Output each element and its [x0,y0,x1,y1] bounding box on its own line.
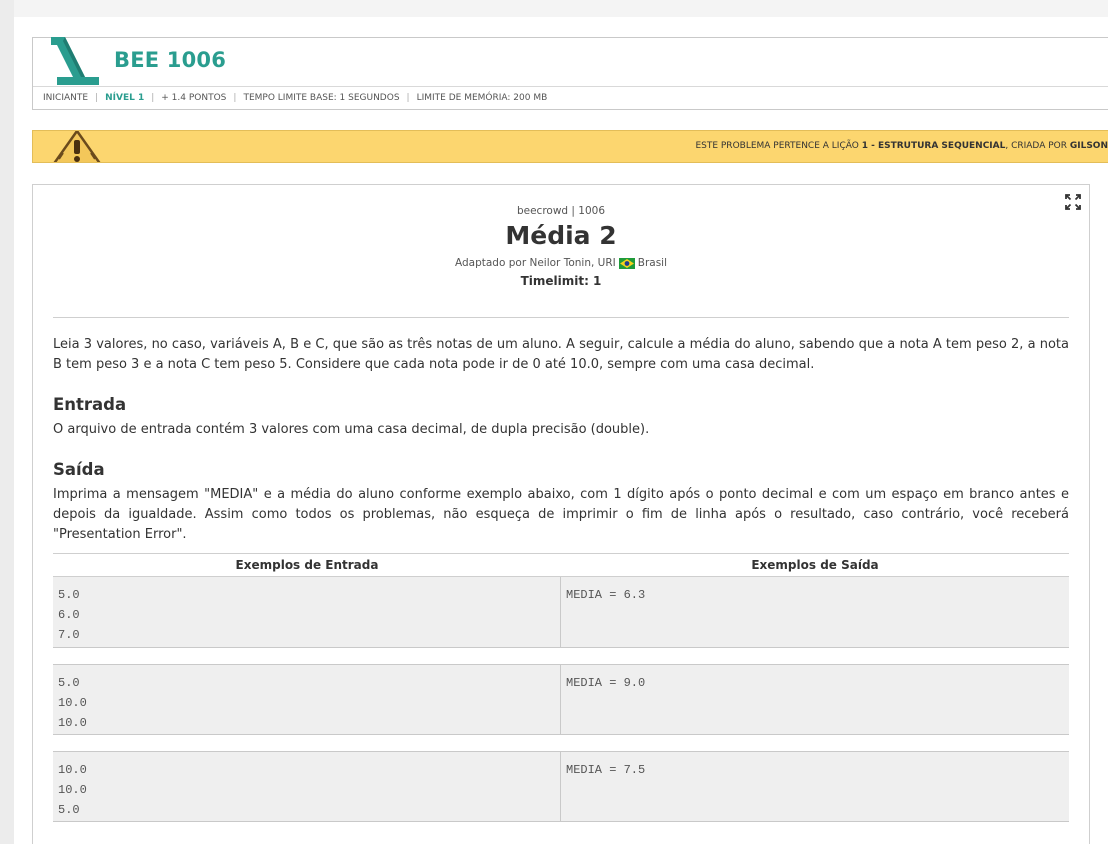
examples-output-header: Exemplos de Saída [751,558,879,572]
page: BEE 1006 INICIANTE | NÍVEL 1 | + 1.4 PON… [14,17,1108,844]
problem-country: Brasil [637,257,667,269]
warning-icon [53,131,101,162]
example-output: MEDIA = 6.3 [566,588,646,602]
problem-description: Leia 3 valores, no caso, variáveis A, B … [53,337,1069,372]
problem-heading-block: beecrowd | 1006 Média 2 Adaptado por Nei… [33,205,1089,288]
problem-meta-row: INICIANTE | NÍVEL 1 | + 1.4 PONTOS | TEM… [43,91,547,105]
banner-lesson-link[interactable]: 1 - ESTRUTURA SEQUENCIAL [862,141,1006,151]
input-heading: Entrada [53,395,127,414]
examples-table: Exemplos de Entrada Exemplos de Saída 5.… [53,553,1069,822]
meta-category[interactable]: INICIANTE [43,93,88,103]
meta-level: NÍVEL 1 [105,93,145,103]
number-one-logo-icon [51,37,99,85]
meta-separator: | [95,93,99,103]
banner-prefix: ESTE PROBLEMA PERTENCE A LIÇÃO [695,141,862,151]
problem-body: Leia 3 valores, no caso, variáveis A, B … [53,335,1069,545]
meta-time-limit: TEMPO LIMITE BASE: 1 SEGUNDOS [243,93,400,103]
problem-header: BEE 1006 INICIANTE | NÍVEL 1 | + 1.4 PON… [32,37,1108,110]
example-input: 10.0 10.0 5.0 [53,752,561,821]
example-spacer [53,648,1069,664]
output-description: Imprima a mensagem "MEDIA" e a média do … [53,487,1069,542]
examples-header-row: Exemplos de Entrada Exemplos de Saída [53,553,1069,577]
output-heading: Saída [53,460,105,479]
header-divider [33,86,1108,87]
problem-statement-card: beecrowd | 1006 Média 2 Adaptado por Nei… [32,184,1090,844]
example-output: MEDIA = 7.5 [566,763,646,777]
example-input: 5.0 10.0 10.0 [53,665,561,734]
lesson-banner: ESTE PROBLEMA PERTENCE A LIÇÃO 1 - ESTRU… [32,130,1108,163]
problem-adapted-by: Adaptado por Neilor Tonin, URI [454,257,616,269]
examples-input-header: Exemplos de Entrada [235,558,379,572]
lesson-banner-text: ESTE PROBLEMA PERTENCE A LIÇÃO 1 - ESTRU… [695,141,1108,151]
meta-separator: | [233,93,237,103]
example-row: 5.0 6.0 7.0 MEDIA = 6.3 [53,577,1069,648]
banner-author[interactable]: GILSON [1070,141,1108,151]
meta-separator: | [151,93,155,103]
meta-separator: | [406,93,410,103]
problem-title: Média 2 [505,221,617,250]
example-row: 10.0 10.0 5.0 MEDIA = 7.5 [53,751,1069,822]
page-background-strip [0,0,14,844]
meta-memory-limit: LIMITE DE MEMÓRIA: 200 MB [416,93,548,103]
brazil-flag-icon [618,257,635,269]
example-row: 5.0 10.0 10.0 MEDIA = 9.0 [53,664,1069,735]
problem-timelimit: Timelimit: 1 [520,274,602,288]
banner-middle: , CRIADA POR [1005,141,1070,151]
problem-author-line: Adaptado por Neilor Tonin, URI Brasil [33,257,1089,269]
input-description: O arquivo de entrada contém 3 valores co… [53,422,650,437]
problem-source: beecrowd | 1006 [516,205,606,217]
example-spacer [53,735,1069,751]
title-divider [53,317,1069,318]
meta-points: + 1.4 PONTOS [161,93,227,103]
problem-code-title: BEE 1006 [114,48,227,72]
example-input: 5.0 6.0 7.0 [53,577,561,647]
example-output: MEDIA = 9.0 [566,676,646,690]
